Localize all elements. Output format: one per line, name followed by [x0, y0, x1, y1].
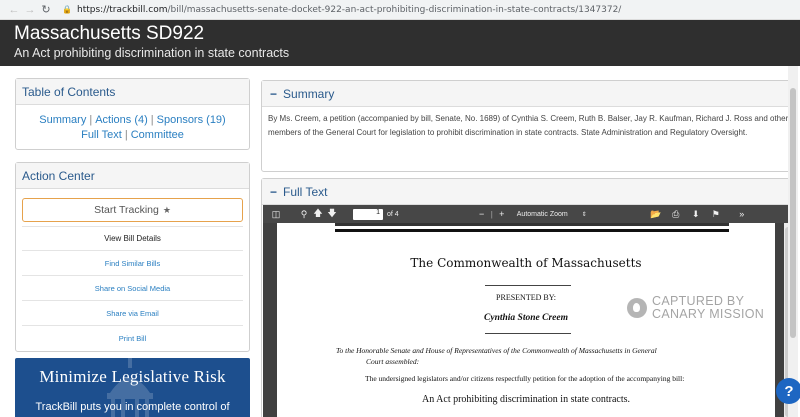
toc-link-actions[interactable]: Actions (4) — [95, 114, 148, 126]
next-page-icon[interactable]: 🡇 — [325, 206, 339, 222]
print-icon[interactable]: ⎙ — [669, 209, 683, 220]
toc-link-summary[interactable]: Summary — [39, 114, 86, 126]
toc-link-sponsors[interactable]: Sponsors (19) — [157, 114, 226, 126]
action-center-header: Action Center — [16, 163, 249, 189]
page-scrollbar-thumb[interactable] — [790, 88, 796, 338]
divider — [485, 285, 571, 286]
pdf-viewer: ◫ ⚲ 🡅 🡇 1 of 4 − | + Automatic Zoom ⇕ 📂 … — [262, 205, 796, 417]
back-arrow-icon[interactable]: ← — [6, 2, 22, 18]
dropdown-arrows-icon: ⇕ — [581, 211, 587, 218]
share-social-media-link[interactable]: Share on Social Media — [22, 276, 243, 301]
page-subtitle: An Act prohibiting discrimination in sta… — [14, 46, 290, 60]
collapse-icon[interactable]: − — [270, 185, 277, 199]
capitol-dome-icon — [107, 358, 153, 417]
full-text-title: Full Text — [283, 184, 328, 199]
open-file-icon[interactable]: 📂 — [649, 209, 663, 220]
share-email-link[interactable]: Share via Email — [22, 301, 243, 326]
watermark-text: CAPTURED BY CANARY MISSION — [652, 295, 764, 321]
address-bar[interactable]: 🔒 https://trackbill.com/bill/massachuset… — [62, 2, 621, 18]
action-center-panel: Action Center Start Tracking ★ View Bill… — [15, 162, 250, 352]
full-text-header[interactable]: − Full Text — [262, 179, 796, 205]
summary-panel: − Summary By Ms. Creem, a petition (acco… — [261, 80, 797, 172]
summary-text: By Ms. Creem, a petition (accompanied by… — [268, 114, 789, 137]
watermark: CAPTURED BY CANARY MISSION — [627, 295, 764, 321]
act-title: An Act prohibiting discrimination in sta… — [421, 394, 631, 405]
star-icon: ★ — [162, 204, 171, 215]
address-line-2: Court assembled: — [366, 357, 420, 366]
page-number-input[interactable]: 1 — [353, 208, 383, 220]
pdf-canvas-area[interactable]: The Commonwealth of Massachusetts PRESEN… — [263, 223, 795, 417]
page-title: Massachusetts SD922 — [14, 23, 205, 44]
page-header: Massachusetts SD922 An Act prohibiting d… — [0, 20, 800, 66]
zoom-in-icon[interactable]: + — [495, 209, 509, 219]
url-host: https://trackbill.com — [77, 4, 168, 15]
pdf-toolbar: ◫ ⚲ 🡅 🡇 1 of 4 − | + Automatic Zoom ⇕ 📂 … — [263, 205, 795, 223]
toc-link-full-text[interactable]: Full Text — [81, 129, 122, 141]
bookmark-icon[interactable]: ⚑ — [709, 209, 723, 220]
page-total: of 4 — [387, 210, 399, 218]
reload-icon[interactable]: ↻ — [38, 2, 54, 18]
summary-header[interactable]: − Summary — [262, 81, 796, 107]
divider: | — [490, 209, 493, 219]
toc-link-committee[interactable]: Committee — [131, 129, 184, 141]
promo-banner[interactable]: Minimize Legislative Risk TrackBill puts… — [15, 358, 250, 417]
commonwealth-heading: The Commonwealth of Massachusetts — [410, 256, 642, 270]
zoom-select[interactable]: Automatic Zoom ⇕ — [517, 211, 587, 218]
separator: | — [150, 114, 154, 126]
petition-text: The undersigned legislators and/or citiz… — [365, 374, 685, 383]
zoom-out-icon[interactable]: − — [475, 209, 489, 219]
sidebar-toggle-icon[interactable]: ◫ — [269, 209, 283, 220]
zoom-value: Automatic Zoom — [516, 210, 568, 218]
view-bill-details-link[interactable]: View Bill Details — [22, 226, 243, 251]
main-content: Table of Contents Summary | Actions (4) | Sp… — [0, 66, 800, 417]
start-tracking-button[interactable]: Start Tracking ★ — [22, 198, 243, 222]
canary-logo-icon — [627, 298, 647, 318]
separator: | — [124, 129, 128, 141]
page-header-rule — [335, 223, 729, 226]
action-list: View Bill Details Find Similar Bills Sha… — [22, 226, 243, 351]
collapse-icon[interactable]: − — [270, 87, 277, 101]
print-bill-link[interactable]: Print Bill — [22, 326, 243, 351]
tools-icon[interactable]: » — [735, 209, 749, 219]
pdf-page: The Commonwealth of Massachusetts PRESEN… — [277, 223, 775, 417]
summary-title: Summary — [283, 86, 335, 101]
forward-arrow-icon[interactable]: → — [22, 2, 38, 18]
start-tracking-label: Start Tracking — [94, 204, 159, 216]
find-similar-bills-link[interactable]: Find Similar Bills — [22, 251, 243, 276]
toc-header: Table of Contents — [16, 79, 249, 105]
browser-toolbar: ← → ↻ 🔒 https://trackbill.com/bill/massa… — [0, 0, 800, 20]
toc-panel: Table of Contents Summary | Actions (4) | Sp… — [15, 78, 250, 150]
lock-icon: 🔒 — [62, 4, 72, 14]
url-path: /bill/massachusetts-senate-docket-922-an… — [167, 4, 622, 15]
page-header-rule — [335, 229, 729, 232]
search-icon[interactable]: ⚲ — [297, 209, 311, 220]
address-line-1: To the Honorable Senate and House of Rep… — [336, 346, 657, 355]
help-button[interactable]: ? — [776, 378, 800, 404]
download-icon[interactable]: ⬇ — [689, 209, 703, 220]
address-paragraph: To the Honorable Senate and House of Rep… — [336, 345, 736, 367]
previous-page-icon[interactable]: 🡅 — [311, 206, 325, 222]
divider — [485, 333, 571, 334]
separator: | — [89, 114, 93, 126]
watermark-line-2: CANARY MISSION — [652, 307, 765, 321]
full-text-panel: − Full Text ◫ ⚲ 🡅 🡇 1 of 4 − | + Automat… — [261, 178, 797, 417]
toc-links: Summary | Actions (4) | Sponsors (19) Full T… — [16, 105, 249, 143]
